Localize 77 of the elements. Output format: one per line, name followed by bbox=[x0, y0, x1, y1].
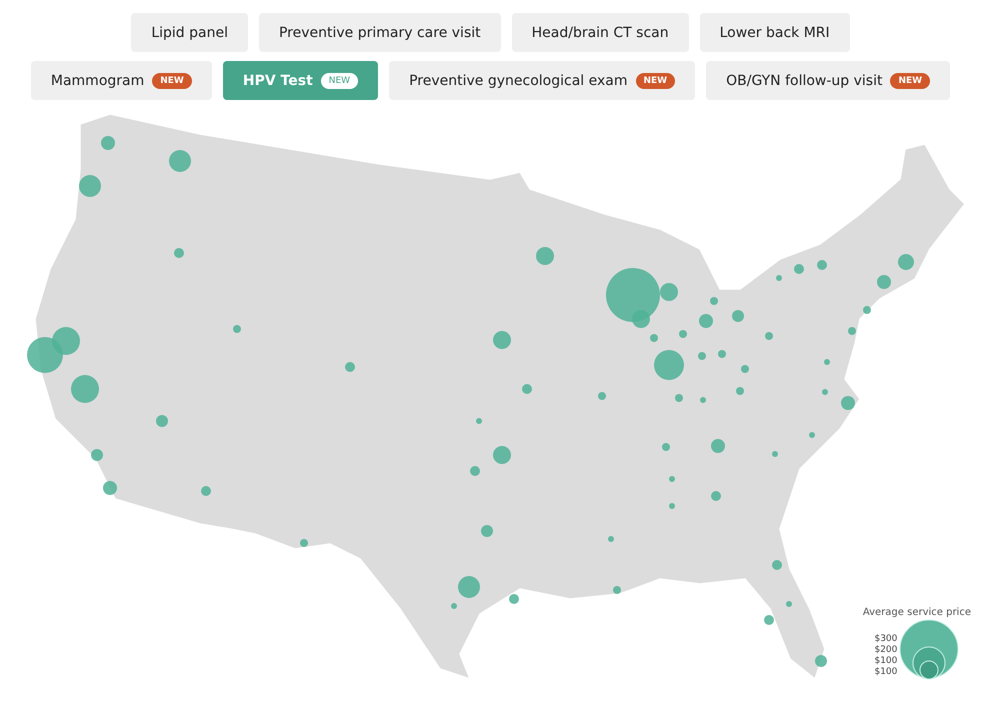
price-bubble bbox=[481, 525, 493, 537]
price-bubble bbox=[536, 247, 554, 265]
price-bubble bbox=[822, 389, 828, 395]
price-bubble bbox=[458, 576, 480, 598]
service-tab[interactable]: Lipid panel bbox=[131, 13, 248, 52]
price-bubble bbox=[103, 481, 117, 495]
price-bubble bbox=[79, 175, 101, 197]
price-bubble bbox=[233, 325, 241, 333]
price-bubble bbox=[476, 418, 482, 424]
price-bubble bbox=[776, 275, 782, 281]
service-tab[interactable]: Preventive gynecological exam NEW bbox=[389, 61, 696, 100]
legend-label: $100 bbox=[874, 667, 898, 678]
price-bubble bbox=[741, 365, 749, 373]
price-bubble bbox=[877, 275, 891, 289]
price-bubble bbox=[732, 310, 744, 322]
price-bubble bbox=[898, 254, 914, 270]
price-bubble bbox=[608, 536, 614, 542]
new-badge: NEW bbox=[320, 72, 358, 88]
price-bubble bbox=[493, 331, 511, 349]
price-bubble bbox=[345, 362, 355, 372]
price-bubble bbox=[711, 491, 721, 501]
price-bubble bbox=[669, 503, 675, 509]
price-bubble bbox=[815, 655, 827, 667]
price-bubble bbox=[786, 601, 792, 607]
new-badge: NEW bbox=[890, 72, 930, 88]
new-badge: NEW bbox=[152, 72, 192, 88]
price-bubble bbox=[809, 432, 815, 438]
service-tab[interactable]: Preventive primary care visit bbox=[258, 13, 501, 52]
price-bubble bbox=[711, 439, 725, 453]
price-bubble bbox=[156, 415, 168, 427]
price-bubble bbox=[698, 352, 706, 360]
price-bubble bbox=[27, 337, 63, 373]
price-bubble bbox=[772, 451, 778, 457]
price-bubble bbox=[201, 486, 211, 496]
legend-circles-icon bbox=[899, 618, 960, 680]
price-bubble bbox=[71, 375, 99, 403]
price-bubble bbox=[841, 396, 855, 410]
price-bubble bbox=[451, 603, 457, 609]
legend-label: $200 bbox=[874, 645, 898, 656]
price-bubble bbox=[718, 350, 726, 358]
price-bubble bbox=[174, 248, 184, 258]
price-bubble bbox=[91, 449, 103, 461]
price-bubble bbox=[493, 446, 511, 464]
price-bubble bbox=[824, 359, 830, 365]
price-bubble bbox=[522, 384, 532, 394]
price-bubble bbox=[613, 586, 621, 594]
price-bubble bbox=[675, 394, 683, 402]
price-bubble bbox=[764, 615, 774, 625]
price-bubble bbox=[169, 150, 191, 172]
price-bubble bbox=[679, 330, 687, 338]
price-bubble bbox=[101, 136, 115, 150]
price-bubble bbox=[710, 297, 718, 305]
legend-label: $100 bbox=[874, 656, 898, 667]
price-bubble bbox=[509, 594, 519, 604]
price-bubble bbox=[598, 392, 606, 400]
service-tab[interactable]: Head/brain CT scan bbox=[512, 13, 689, 52]
price-bubble bbox=[650, 334, 658, 342]
service-tab[interactable]: Lower back MRI bbox=[700, 13, 850, 52]
price-bubble bbox=[669, 476, 675, 482]
price-bubble bbox=[470, 466, 480, 476]
price-bubble bbox=[662, 443, 670, 451]
price-bubble bbox=[765, 332, 773, 340]
price-bubble bbox=[700, 397, 706, 403]
legend-title: Average service price bbox=[862, 607, 971, 618]
price-bubble bbox=[848, 327, 856, 335]
price-bubble bbox=[699, 314, 713, 328]
price-bubble bbox=[736, 387, 744, 395]
price-bubble bbox=[300, 539, 308, 547]
price-bubble bbox=[794, 264, 804, 274]
service-tab[interactable]: OB/GYN follow-up visit NEW bbox=[706, 61, 950, 100]
service-tab[interactable]: Mammogram NEW bbox=[30, 61, 212, 100]
price-bubble bbox=[817, 260, 827, 270]
new-badge: NEW bbox=[636, 72, 676, 88]
price-bubble bbox=[654, 350, 684, 380]
price-bubble bbox=[863, 306, 871, 314]
price-bubble bbox=[772, 560, 782, 570]
legend-label: $300 bbox=[874, 634, 898, 645]
